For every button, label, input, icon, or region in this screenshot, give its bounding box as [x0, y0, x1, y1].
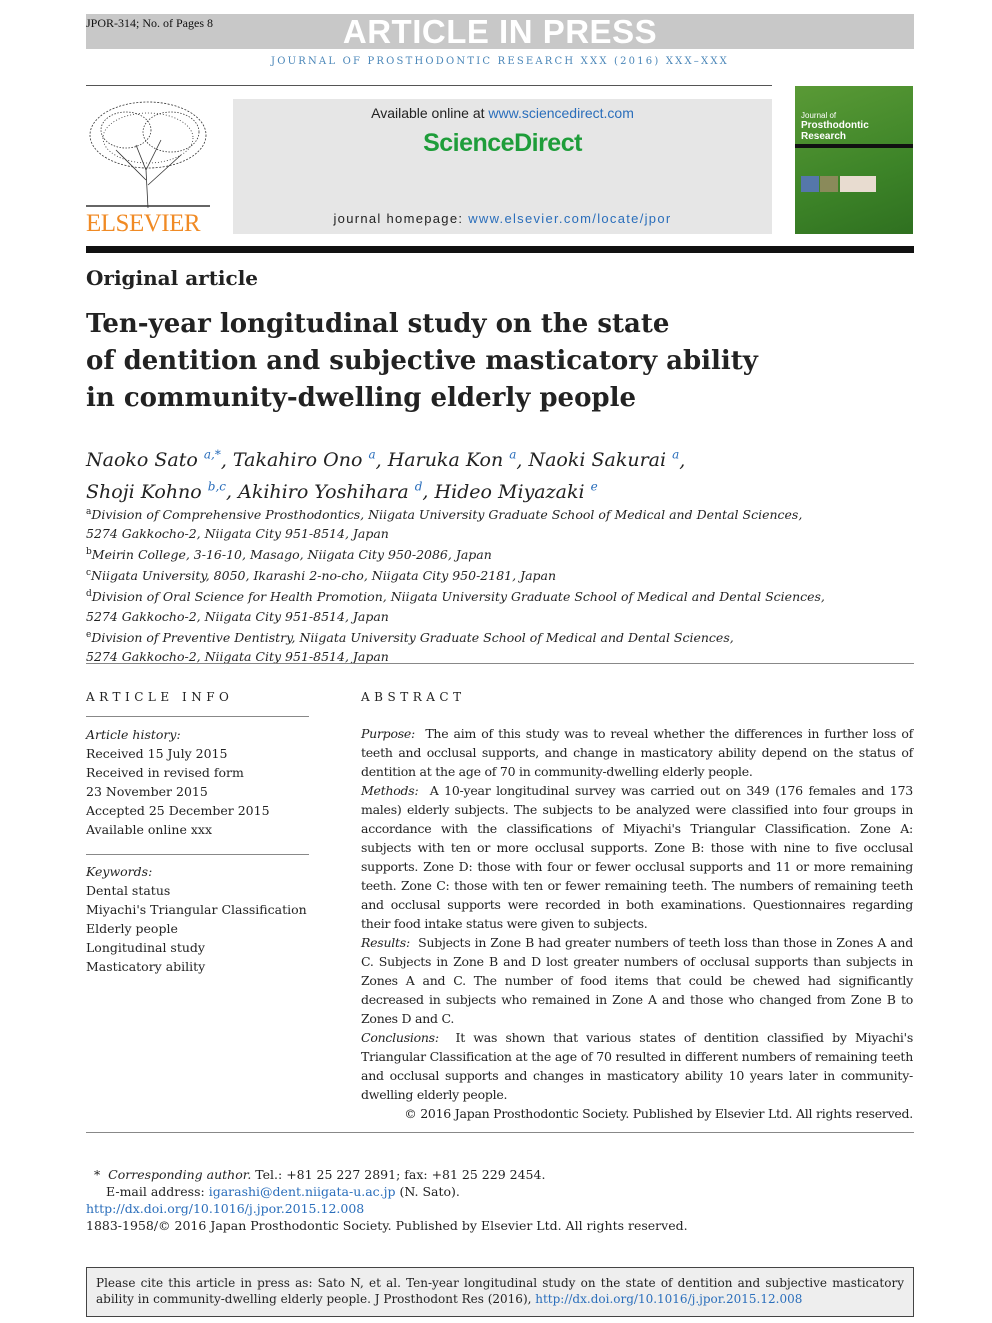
author-list: Naoko Sato a,*, Takahiro Ono a, Haruka K… — [86, 442, 685, 505]
divider — [86, 1132, 914, 1133]
article-title: Ten-year longitudinal study on the state… — [86, 306, 786, 417]
affiliation: dDivision of Oral Science for Health Pro… — [86, 589, 825, 605]
divider — [86, 663, 914, 664]
keyword: Dental status — [86, 883, 171, 898]
author[interactable]: Hideo Miyazaki e — [435, 479, 598, 502]
corresponding-author: * Corresponding author. Tel.: +81 25 227… — [86, 1167, 546, 1182]
author[interactable]: Takahiro Ono a — [233, 448, 376, 471]
masthead-box: Available online at www.sciencedirect.co… — [233, 99, 772, 234]
sciencedirect-logo: ScienceDirect — [423, 129, 582, 157]
cover-title-line: Research — [801, 131, 847, 142]
author-line: Naoko Sato a,*, Takahiro Ono a, Haruka K… — [86, 448, 686, 472]
elsevier-wordmark: ELSEVIER — [86, 210, 201, 237]
abstract-methods: Methods: A 10-year longitudinal survey w… — [361, 783, 913, 931]
journal-cover: Journal of Prosthodontic Research — [795, 86, 913, 234]
keyword: Elderly people — [86, 921, 178, 936]
email-link[interactable]: igarashi@dent.niigata-u.ac.jp — [209, 1184, 396, 1199]
issn-copyright: 1883-1958/© 2016 Japan Prosthodontic Soc… — [86, 1218, 688, 1233]
available-label: Available online at — [371, 105, 489, 121]
homepage-label: journal homepage: — [333, 211, 469, 226]
history-item: Available online xxx — [86, 822, 212, 837]
email-line: E-mail address: igarashi@dent.niigata-u.… — [106, 1184, 460, 1199]
available-online: Available online at www.sciencedirect.co… — [233, 105, 772, 121]
history-item: Accepted 25 December 2015 — [86, 803, 270, 818]
author[interactable]: Shoji Kohno b,c — [86, 479, 226, 502]
abstract-heading: ABSTRACT — [361, 690, 466, 704]
title-line: Ten-year longitudinal study on the state — [86, 309, 670, 339]
doi-link[interactable]: http://dx.doi.org/10.1016/j.jpor.2015.12… — [86, 1201, 364, 1216]
affiliation-cont: 5274 Gakkocho-2, Niigata City 951-8514, … — [86, 608, 389, 624]
abstract-copyright: © 2016 Japan Prosthodontic Society. Publ… — [404, 1106, 913, 1121]
abstract: Purpose: The aim of this study was to re… — [361, 724, 913, 1123]
article-info-heading: ARTICLE INFO — [86, 690, 234, 704]
header-rule — [86, 246, 914, 253]
history-item: Received 15 July 2015 — [86, 746, 228, 761]
author[interactable]: Akihiro Yoshihara d — [238, 479, 422, 502]
history-label: Article history: — [86, 727, 181, 742]
abstract-conclusions: Conclusions: It was shown that various s… — [361, 1030, 913, 1102]
affiliation: aDivision of Comprehensive Prosthodontic… — [86, 507, 803, 523]
affiliation-cont: 5274 Gakkocho-2, Niigata City 951-8514, … — [86, 526, 389, 542]
divider — [86, 716, 309, 717]
title-line: in community-dwelling elderly people — [86, 383, 637, 413]
affiliation: eDivision of Preventive Dentistry, Niiga… — [86, 629, 734, 645]
keyword: Miyachi's Triangular Classification — [86, 902, 307, 917]
author[interactable]: Naoki Sakurai a — [528, 448, 679, 471]
divider — [86, 85, 772, 86]
keyword: Masticatory ability — [86, 959, 206, 974]
manuscript-ref: JPOR-314; No. of Pages 8 — [86, 16, 214, 30]
affiliations: aDivision of Comprehensive Prosthodontic… — [86, 503, 825, 666]
title-line: of dentition and subjective masticatory … — [86, 346, 758, 376]
cover-image — [820, 176, 838, 192]
citation-doi-link[interactable]: http://dx.doi.org/10.1016/j.jpor.2015.12… — [535, 1292, 802, 1306]
cover-stripe — [795, 144, 913, 148]
author[interactable]: Naoko Sato a,* — [86, 448, 221, 471]
journal-homepage: journal homepage: www.elsevier.com/locat… — [233, 211, 772, 226]
elsevier-tree-logo — [86, 101, 210, 208]
abstract-results: Results: Subjects in Zone B had greater … — [361, 935, 913, 1026]
history-item: Received in revised form — [86, 765, 244, 780]
keyword: Longitudinal study — [86, 940, 205, 955]
author-line: Shoji Kohno b,c, Akihiro Yoshihara d, Hi… — [86, 479, 598, 503]
footnotes: * Corresponding author. Tel.: +81 25 227… — [86, 1166, 688, 1234]
affiliation: cNiigata University, 8050, Ikarashi 2-no… — [86, 568, 557, 584]
citation-box: Please cite this article in press as: Sa… — [86, 1267, 914, 1317]
history-item: 23 November 2015 — [86, 784, 208, 799]
article-type: Original article — [86, 266, 259, 290]
abstract-purpose: Purpose: The aim of this study was to re… — [361, 726, 913, 779]
cover-title-line: Prosthodontic — [801, 120, 869, 131]
cover-image — [840, 176, 876, 192]
cover-image — [801, 176, 819, 192]
author[interactable]: Haruka Kon a — [388, 448, 517, 471]
sciencedirect-link[interactable]: www.sciencedirect.com — [488, 105, 634, 121]
affiliation: bMeirin College, 3-16-10, Masago, Niigat… — [86, 547, 492, 563]
journal-line: JOURNAL OF PROSTHODONTIC RESEARCH XXX (2… — [271, 56, 729, 67]
homepage-link[interactable]: www.elsevier.com/locate/jpor — [468, 211, 671, 226]
keywords-label: Keywords: — [86, 864, 153, 879]
article-info: Article history: Received 15 July 2015 R… — [86, 725, 309, 976]
divider — [86, 854, 309, 855]
